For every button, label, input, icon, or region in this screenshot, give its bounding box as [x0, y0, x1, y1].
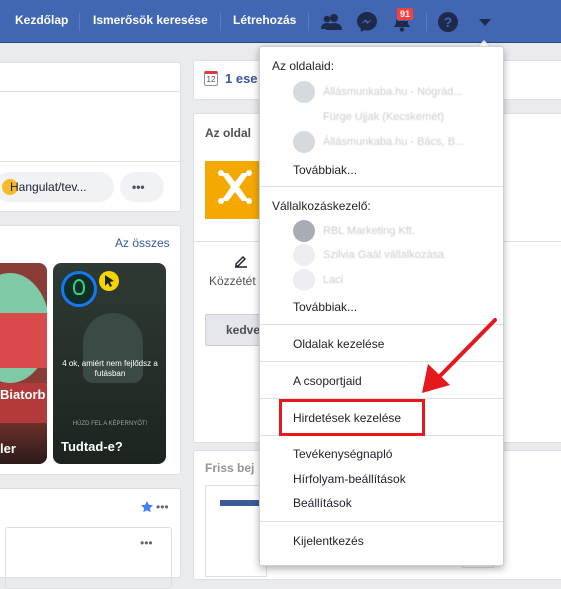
red-arrow-icon — [422, 318, 497, 393]
